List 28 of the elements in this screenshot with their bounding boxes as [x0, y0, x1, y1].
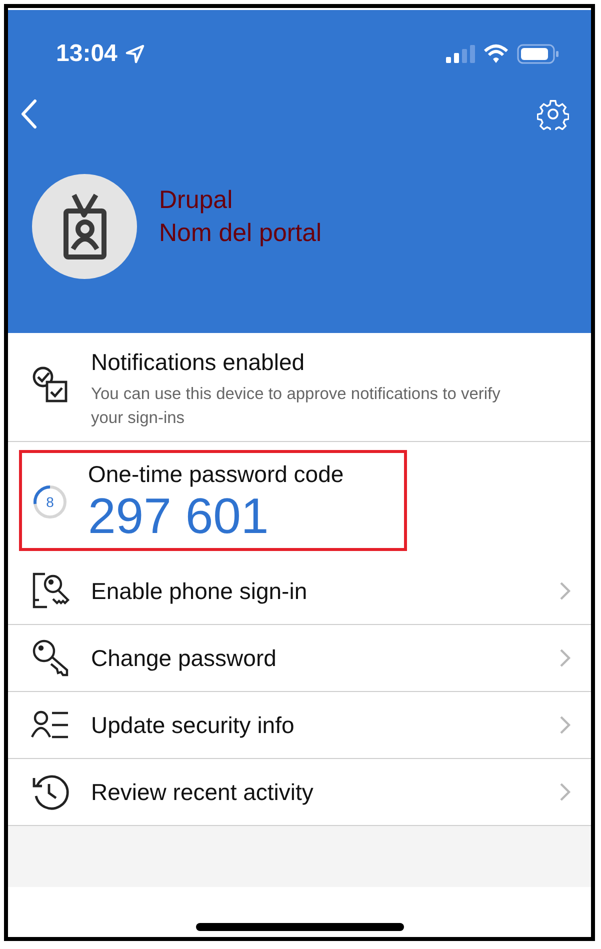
chevron-icon [559, 581, 571, 601]
menu-label: Update security info [91, 712, 294, 738]
otp-code: 297 601 [88, 488, 270, 544]
status-time: 13:04 [56, 40, 118, 68]
chevron-icon [559, 648, 571, 668]
battery-icon [517, 44, 559, 64]
signal-icon [445, 44, 475, 64]
location-arrow-icon [125, 44, 146, 64]
countdown-seconds: 8 [46, 494, 54, 510]
key-icon [31, 638, 71, 678]
settings-icon[interactable] [537, 98, 569, 130]
portal-name: Nom del portal [159, 218, 322, 248]
notifications-title: Notifications enabled [91, 349, 306, 376]
notifications-description: You can use this device to approve notifications to verify your sign-ins [91, 384, 502, 429]
menu-label: Enable phone sign-in [91, 578, 308, 604]
menu-item[interactable]: Update security info [8, 692, 591, 759]
menu-label: Review recent activity [91, 778, 314, 806]
phone-key-icon [31, 571, 71, 611]
wifi-icon [483, 44, 509, 64]
back-icon[interactable] [20, 99, 38, 129]
menu-label: Change password [91, 644, 276, 672]
menu-item[interactable]: Change password [8, 625, 591, 692]
id-badge-icon [62, 192, 108, 260]
account-name: Drupal [159, 186, 234, 214]
chevron-icon [559, 782, 571, 802]
otp-label: One-time password code [88, 460, 344, 488]
chevron-icon [559, 715, 571, 735]
menu-item[interactable]: Enable phone sign-in [8, 558, 591, 625]
